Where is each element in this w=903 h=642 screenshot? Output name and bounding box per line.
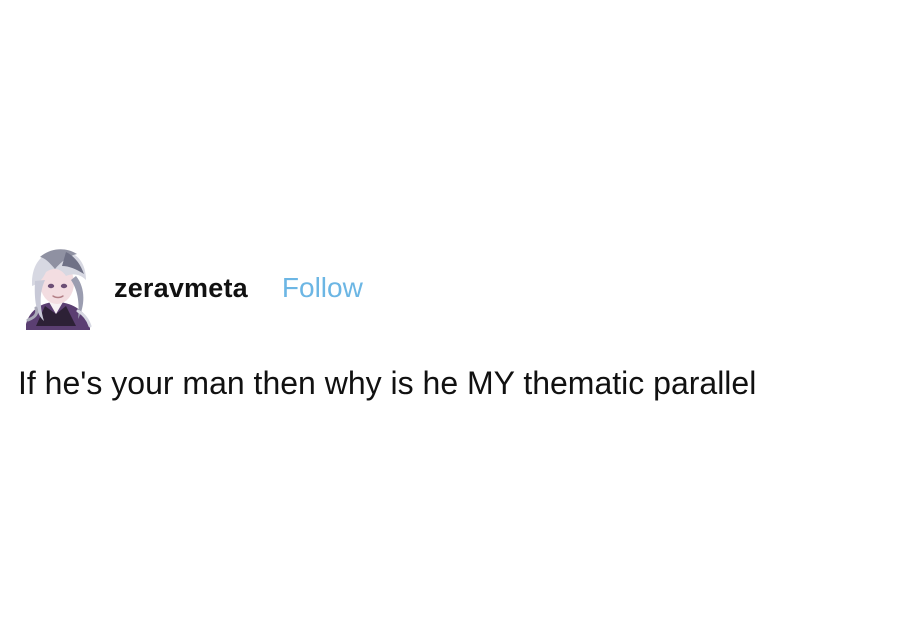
- follow-button[interactable]: Follow: [282, 272, 363, 304]
- post-username[interactable]: zeravmeta: [114, 273, 248, 304]
- post-header: zeravmeta Follow: [18, 246, 878, 330]
- post-text: If he's your man then why is he MY thema…: [18, 365, 757, 401]
- post-card: zeravmeta Follow If he's your man then w…: [18, 246, 878, 411]
- avatar[interactable]: [18, 246, 94, 330]
